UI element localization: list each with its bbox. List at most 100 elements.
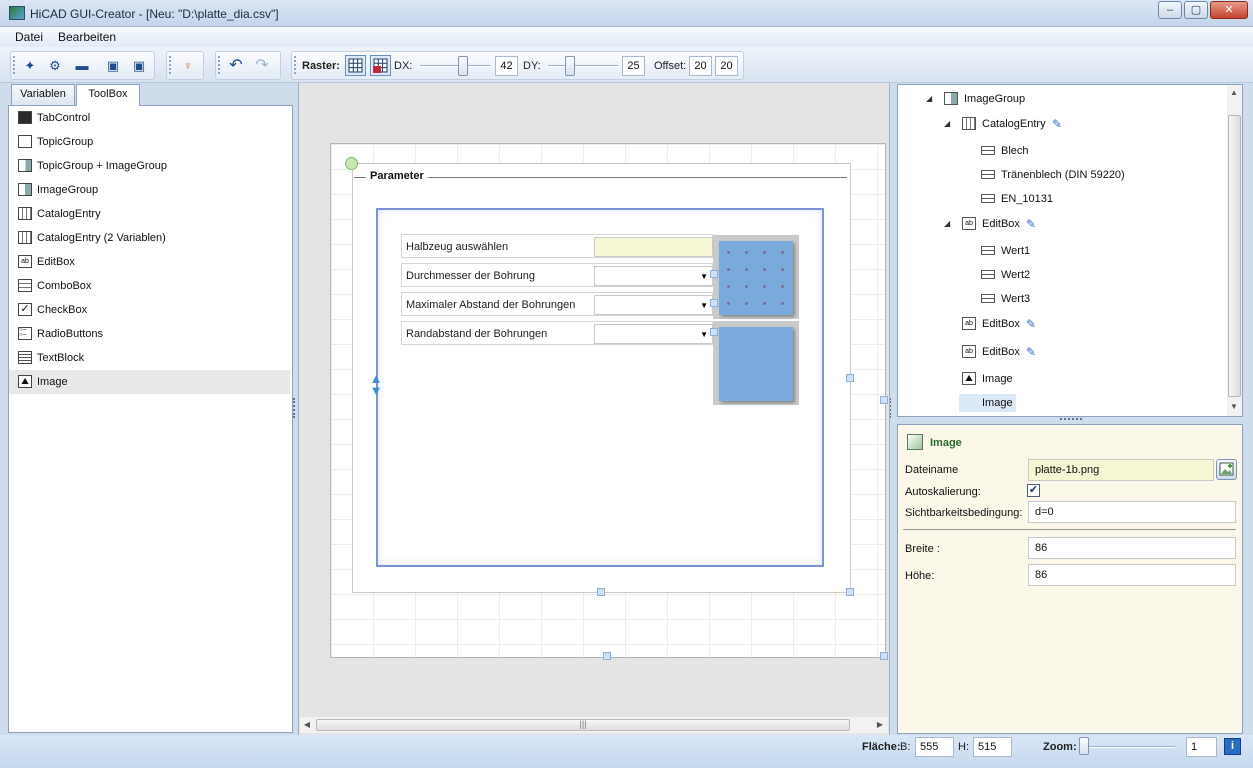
selection-handle[interactable]: [880, 396, 888, 404]
undo-button[interactable]: ↶: [226, 56, 246, 76]
dy-slider-track[interactable]: [548, 65, 618, 67]
minimize-button[interactable]: –: [1158, 1, 1182, 19]
visibility-input[interactable]: d=0: [1028, 501, 1236, 523]
maximize-button[interactable]: ▢: [1184, 1, 1208, 19]
horizontal-splitter[interactable]: [1060, 418, 1082, 422]
resize-vertical-icon[interactable]: ▲ ▼: [369, 372, 383, 401]
filename-input[interactable]: platte-1b.png: [1028, 459, 1214, 481]
open-button[interactable]: ▬: [72, 56, 92, 76]
new-button[interactable]: ✦: [20, 56, 40, 76]
height-input[interactable]: 86: [1028, 564, 1236, 586]
tree-item[interactable]: EN_10131: [963, 187, 1225, 211]
toolbox-item-catalogentry[interactable]: CatalogEntry: [9, 202, 290, 226]
grid-toggle-button[interactable]: [345, 55, 366, 76]
menu-bearbeiten[interactable]: Bearbeiten: [58, 30, 116, 44]
redo-button[interactable]: ↷: [252, 56, 272, 76]
dy-slider-thumb[interactable]: [565, 56, 575, 76]
selection-handle[interactable]: [603, 652, 611, 660]
edit-pencil-icon[interactable]: ✎: [1026, 317, 1036, 331]
tree-vertical-scrollbar[interactable]: ▲ ▼: [1227, 85, 1242, 416]
selection-handle[interactable]: [710, 328, 718, 336]
browse-image-button[interactable]: [1216, 459, 1237, 480]
autoscale-checkbox[interactable]: ✔: [1027, 484, 1040, 497]
tree-item[interactable]: ◢ ImageGroup: [926, 87, 1225, 111]
rotate-handle-icon[interactable]: [345, 157, 358, 170]
scroll-down-icon[interactable]: ▼: [1228, 400, 1240, 414]
toolbar-grip[interactable]: [218, 56, 221, 74]
snap-grid-button[interactable]: [370, 55, 391, 76]
toolbox-item-radiobuttons[interactable]: ○─ ○─ RadioButtons: [9, 322, 290, 346]
tab-toolbox[interactable]: ToolBox: [76, 84, 140, 106]
tree-item[interactable]: Tränenblech (DIN 59220): [963, 163, 1225, 187]
toolbox-item-imagegroup[interactable]: ImageGroup: [9, 178, 290, 202]
toolbox-item-topicgroup[interactable]: TopicGroup: [9, 130, 290, 154]
tree-item[interactable]: Wert3: [963, 287, 1225, 311]
save-as-button[interactable]: ▣: [129, 56, 149, 76]
toolbar-grip[interactable]: [294, 56, 297, 74]
edit-pencil-icon[interactable]: ✎: [1026, 345, 1036, 359]
tree-item[interactable]: Wert1: [963, 239, 1225, 263]
selection-handle[interactable]: [710, 299, 718, 307]
tree-item[interactable]: ⛰Image: [944, 367, 1225, 391]
toolbox-item-checkbox[interactable]: ✓ CheckBox: [9, 298, 290, 322]
tree-expander-icon[interactable]: ◢: [944, 119, 950, 128]
tree-item[interactable]: ◢ CatalogEntry ✎: [944, 112, 1225, 136]
offset-y-input[interactable]: 20: [715, 56, 738, 76]
scrollbar-thumb[interactable]: [1228, 115, 1241, 397]
tree-item[interactable]: ab EditBox ✎: [944, 312, 1225, 336]
tree-expander-icon[interactable]: ◢: [926, 94, 932, 103]
selection-handle[interactable]: [846, 374, 854, 382]
toolbox-item-catalogentry-2[interactable]: CatalogEntry (2 Variablen): [9, 226, 290, 250]
zoom-value[interactable]: 1: [1186, 737, 1217, 757]
durchmesser-combo[interactable]: ▼: [594, 266, 713, 286]
menu-datei[interactable]: Datei: [15, 30, 43, 44]
scroll-up-icon[interactable]: ▲: [1228, 86, 1240, 100]
image-preview-perforated[interactable]: [713, 235, 799, 319]
selection-handle[interactable]: [597, 588, 605, 596]
copy-settings-button[interactable]: ⚙: [45, 56, 65, 76]
left-splitter[interactable]: [293, 398, 296, 418]
dy-input[interactable]: 25: [622, 56, 645, 76]
dx-slider-thumb[interactable]: [458, 56, 468, 76]
tab-variablen[interactable]: Variablen: [11, 84, 75, 105]
param-row-halbzeug[interactable]: Halbzeug auswählen: [401, 234, 713, 258]
close-button[interactable]: ✕: [1210, 1, 1248, 19]
toolbar-grip[interactable]: [13, 56, 16, 74]
halbzeug-catalog-field[interactable]: [594, 237, 713, 257]
selection-handle[interactable]: [880, 652, 888, 660]
edit-pencil-icon[interactable]: ✎: [1052, 117, 1062, 131]
scroll-right-icon[interactable]: ▶: [874, 718, 886, 732]
zoom-slider-track[interactable]: [1080, 746, 1175, 748]
image-preview-plain[interactable]: [713, 321, 799, 405]
offset-x-input[interactable]: 20: [689, 56, 712, 76]
tree-item[interactable]: Wert2: [963, 263, 1225, 287]
randabstand-combo[interactable]: ▼: [594, 324, 713, 344]
width-input[interactable]: 86: [1028, 537, 1236, 559]
toolbox-item-tabcontrol[interactable]: TabControl: [9, 106, 290, 130]
param-row-max-abstand[interactable]: Maximaler Abstand der Bohrungen ▼: [401, 292, 713, 316]
toolbox-item-combobox[interactable]: ComboBox: [9, 274, 290, 298]
dx-input[interactable]: 42: [495, 56, 518, 76]
save-button[interactable]: ▣: [103, 56, 123, 76]
tree-item[interactable]: ⛰Image: [944, 391, 1225, 415]
scrollbar-thumb[interactable]: |||: [316, 719, 850, 731]
tree-item[interactable]: ◢ ab EditBox ✎: [944, 212, 1225, 236]
selection-handle[interactable]: [710, 270, 718, 278]
selection-handle[interactable]: [846, 588, 854, 596]
info-button[interactable]: i: [1224, 738, 1241, 755]
tree-item[interactable]: ab EditBox ✎: [944, 340, 1225, 364]
tree-expander-icon[interactable]: ◢: [944, 219, 950, 228]
toolbox-item-topicgroup-imagegroup[interactable]: TopicGroup + ImageGroup: [9, 154, 290, 178]
toolbox-item-image[interactable]: ⛰ Image: [9, 370, 290, 394]
toolbox-item-textblock[interactable]: TextBlock: [9, 346, 290, 370]
canvas-horizontal-scrollbar[interactable]: ◀ ||| ▶: [300, 717, 888, 733]
plugin-button[interactable]: ♆: [178, 56, 198, 76]
toolbar-grip[interactable]: [169, 56, 172, 74]
scroll-left-icon[interactable]: ◀: [301, 718, 313, 732]
toolbox-item-editbox[interactable]: ab EditBox: [9, 250, 290, 274]
edit-pencil-icon[interactable]: ✎: [1026, 217, 1036, 231]
max-abstand-combo[interactable]: ▼: [594, 295, 713, 315]
param-row-durchmesser[interactable]: Durchmesser der Bohrung ▼: [401, 263, 713, 287]
dx-slider-track[interactable]: [420, 65, 490, 67]
param-row-randabstand[interactable]: Randabstand der Bohrungen ▼: [401, 321, 713, 345]
